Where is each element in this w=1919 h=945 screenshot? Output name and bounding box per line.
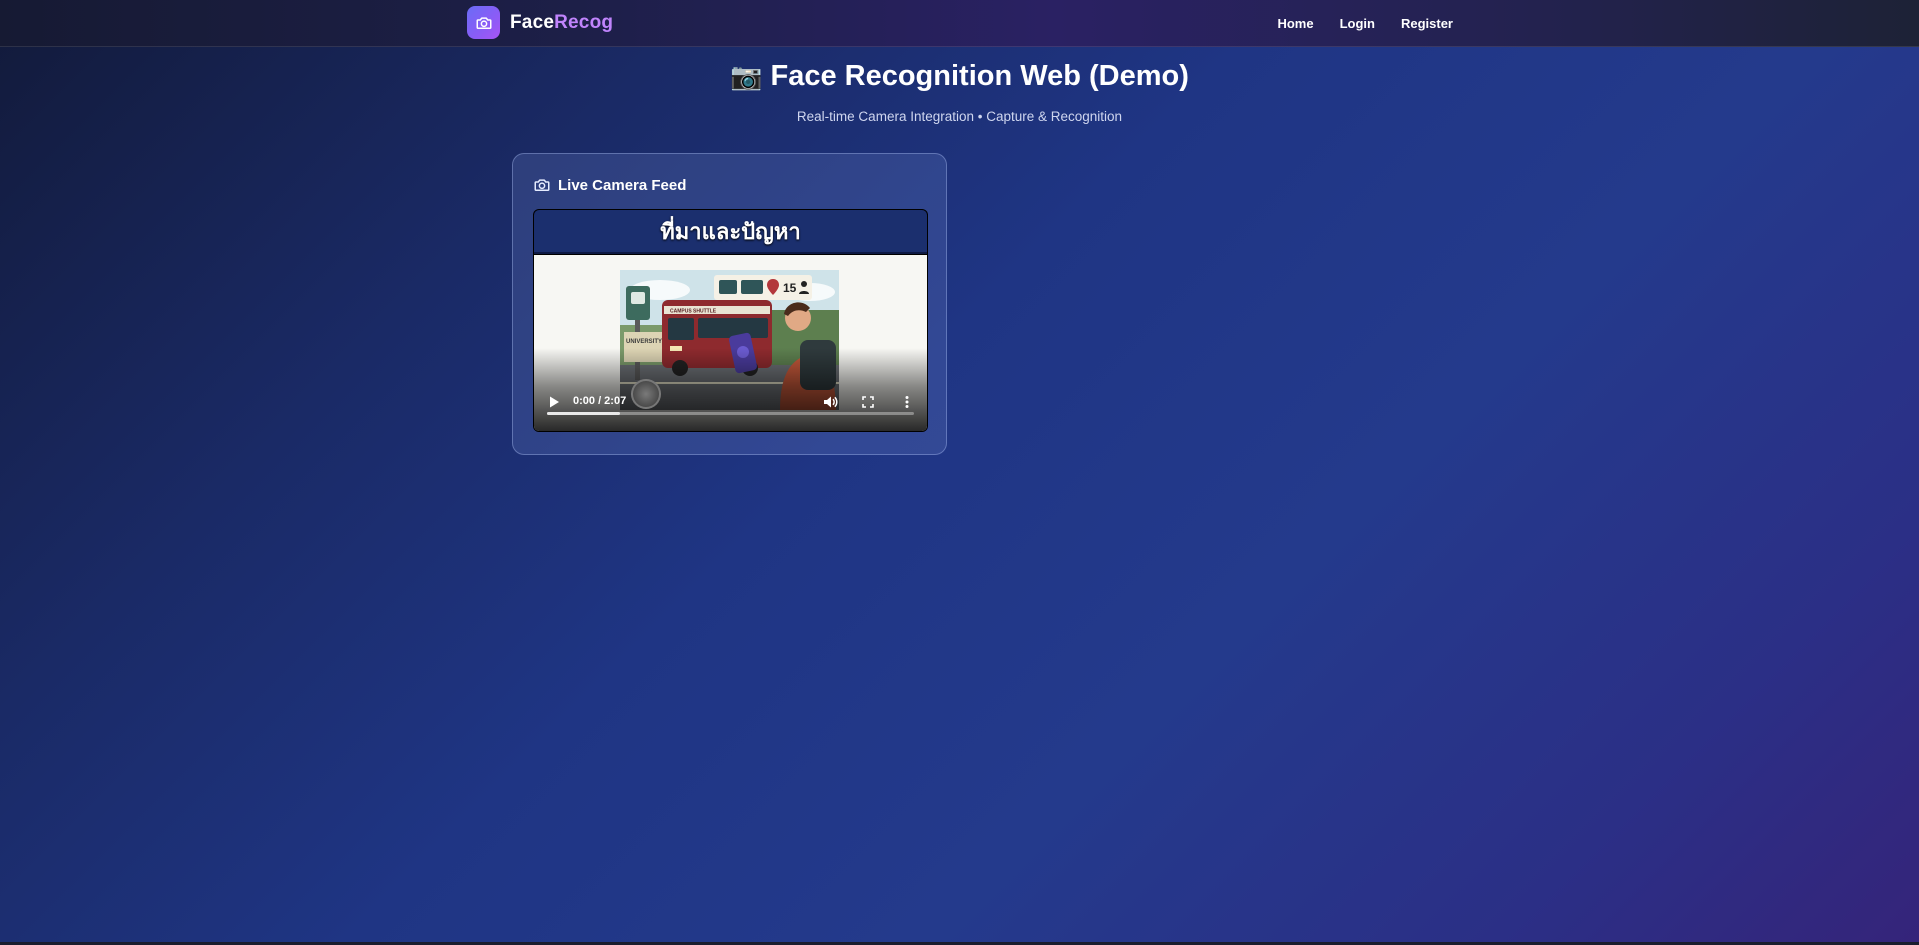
video-player[interactable]: ที่มาและปัญหา 15 UNIVERSITY CAMPUS SHUTT… [533,209,928,432]
nav-link-register[interactable]: Register [1401,16,1453,31]
camera-icon [534,179,550,191]
illustration-bus-sign-text: CAMPUS SHUTTLE [670,309,717,315]
navbar: FaceRecog Home Login Register [0,0,1919,47]
nav-link-home[interactable]: Home [1277,16,1313,31]
clock-cursor-icon [631,379,661,409]
nav-link-login[interactable]: Login [1340,16,1375,31]
camera-card: Live Camera Feed ที่มาและปัญหา 15 UNIVER… [512,153,947,455]
page-title-text: Face Recognition Web (Demo) [770,60,1189,92]
volume-icon[interactable] [822,394,839,410]
video-slide-heading-text: ที่มาและปัญหา [660,218,801,244]
video-slide-heading: ที่มาและปัญหา [534,210,927,254]
fullscreen-icon[interactable] [860,394,876,410]
page-subtitle: Real-time Camera Integration • Capture &… [796,109,1123,124]
brand-logo-camera-icon [467,6,500,39]
camera-emoji-icon: 📷 [730,61,763,91]
brand-name: FaceRecog [510,12,613,34]
camera-card-title: Live Camera Feed [558,176,687,194]
camera-card-header: Live Camera Feed [533,176,686,194]
video-time-display: 0:00 / 2:07 [573,395,627,407]
video-timeline[interactable] [547,412,914,415]
brand[interactable]: FaceRecog [467,6,613,39]
video-timeline-progress [547,412,621,415]
page-title: 📷 Face Recognition Web (Demo) [0,60,1919,93]
brand-name-part1: Face [510,11,555,33]
illustration-count-text: 15 [783,281,797,295]
brand-name-part2: Recog [554,11,614,33]
play-icon[interactable] [546,394,562,410]
more-options-icon[interactable] [899,394,915,410]
nav-links: Home Login Register [1277,0,1453,46]
